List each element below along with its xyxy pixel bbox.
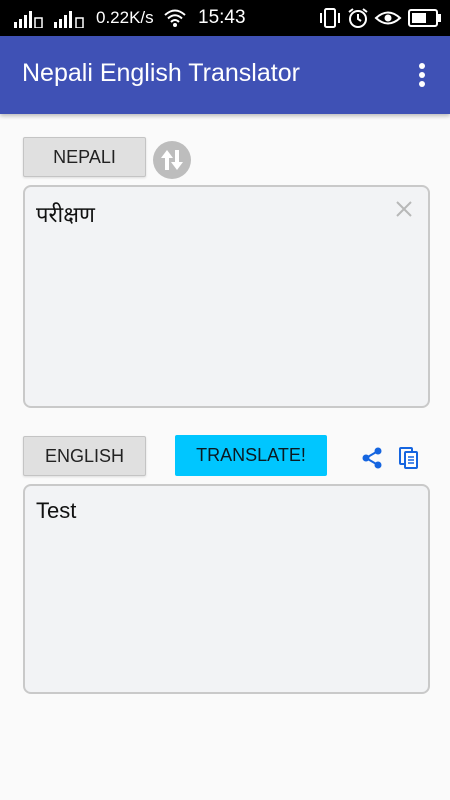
- alarm-icon: [348, 8, 368, 28]
- source-text: परीक्षण: [36, 202, 95, 227]
- share-icon[interactable]: [360, 446, 384, 470]
- status-bar: 0.22K/s 15:43: [0, 0, 450, 36]
- swap-arrows-icon: [161, 150, 183, 170]
- wifi-icon: [164, 9, 186, 27]
- translate-button[interactable]: TRANSLATE!: [175, 435, 327, 476]
- swap-languages-button[interactable]: [153, 141, 191, 179]
- app-bar: Nepali English Translator: [0, 36, 450, 114]
- clock: 15:43: [198, 7, 246, 28]
- copy-icon[interactable]: [398, 446, 420, 470]
- app-title: Nepali English Translator: [22, 59, 300, 87]
- close-icon[interactable]: [394, 199, 414, 219]
- translated-text: Test: [36, 498, 77, 523]
- battery-icon: [408, 9, 441, 27]
- vibrate-icon: [320, 8, 340, 28]
- target-text-area[interactable]: Test: [23, 484, 430, 694]
- network-speed: 0.22K/s: [96, 8, 154, 27]
- signal-icon: [14, 11, 43, 28]
- eye-icon: [374, 11, 402, 25]
- source-language-button[interactable]: NEPALI: [23, 137, 146, 177]
- signal-icon: [54, 11, 84, 28]
- target-language-button[interactable]: ENGLISH: [23, 436, 146, 476]
- overflow-menu-icon[interactable]: [410, 61, 434, 91]
- source-text-area[interactable]: परीक्षण: [23, 185, 430, 408]
